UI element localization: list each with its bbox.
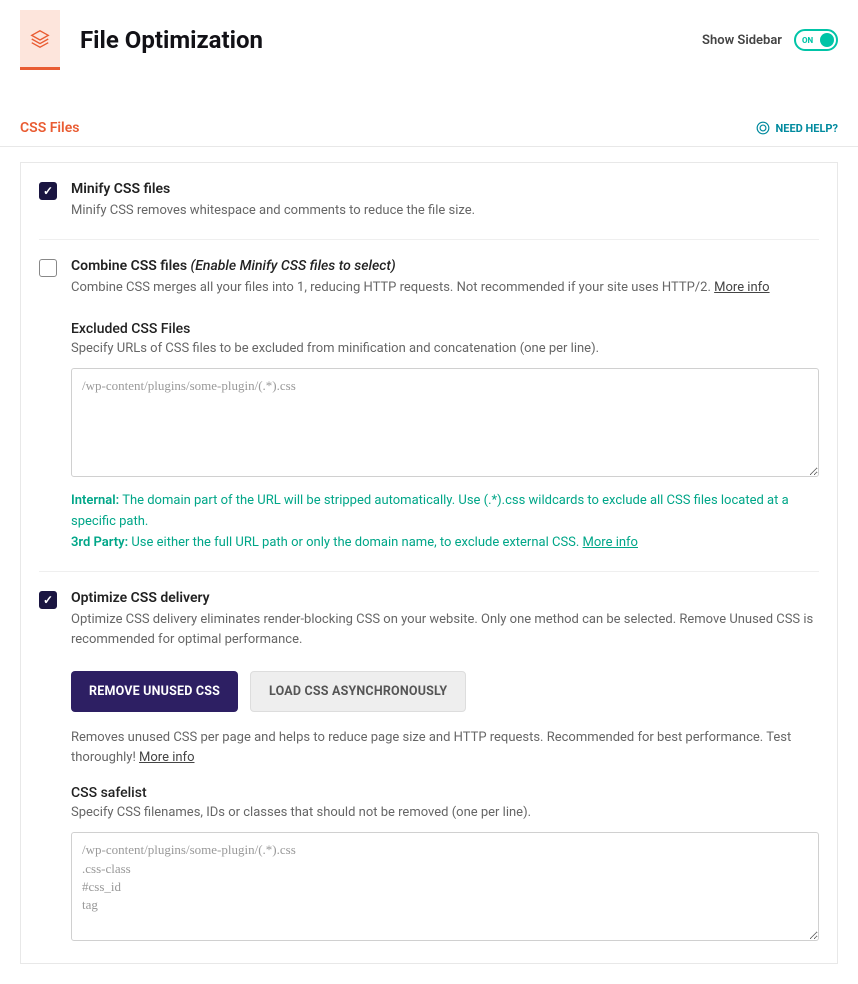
header-left: File Optimization — [20, 10, 263, 70]
need-help-link[interactable]: NEED HELP? — [756, 121, 839, 135]
safelist-label: CSS safelist — [71, 785, 819, 801]
page-title: File Optimization — [80, 26, 263, 54]
combine-option: Combine CSS files (Enable Minify CSS fil… — [21, 240, 837, 298]
minify-checkbox[interactable] — [39, 182, 57, 200]
combine-desc: Combine CSS merges all your files into 1… — [71, 278, 819, 298]
excluded-label: Excluded CSS Files — [71, 321, 819, 337]
excluded-block: Excluded CSS Files Specify URLs of CSS f… — [21, 321, 837, 571]
toggle-knob — [820, 33, 834, 47]
remove-unused-css-button[interactable]: REMOVE UNUSED CSS — [71, 671, 238, 712]
page-header: File Optimization Show Sidebar ON — [0, 0, 858, 70]
excluded-desc: Specify URLs of CSS files to be excluded… — [71, 341, 819, 356]
sidebar-toggle[interactable]: ON — [794, 29, 838, 51]
optimize-content: Optimize CSS delivery Optimize CSS deliv… — [71, 590, 819, 945]
safelist-textarea[interactable] — [71, 832, 819, 941]
excluded-hint: Internal: The domain part of the URL wil… — [71, 491, 819, 553]
header-right: Show Sidebar ON — [702, 29, 838, 51]
section-title: CSS Files — [20, 120, 79, 136]
layers-icon — [20, 10, 60, 70]
minify-desc: Minify CSS removes whitespace and commen… — [71, 201, 819, 221]
safelist-desc: Specify CSS filenames, IDs or classes th… — [71, 805, 819, 820]
minify-option: Minify CSS files Minify CSS removes whit… — [21, 163, 837, 239]
css-method-buttons: REMOVE UNUSED CSS LOAD CSS ASYNCHRONOUSL… — [71, 671, 819, 712]
load-css-async-button[interactable]: LOAD CSS ASYNCHRONOUSLY — [250, 671, 466, 712]
minify-content: Minify CSS files Minify CSS removes whit… — [71, 181, 819, 221]
combine-content: Combine CSS files (Enable Minify CSS fil… — [71, 258, 819, 298]
content-box: Minify CSS files Minify CSS removes whit… — [20, 162, 838, 964]
toggle-on-text: ON — [802, 36, 813, 45]
help-icon — [756, 121, 770, 135]
method-desc: Removes unused CSS per page and helps to… — [71, 728, 819, 767]
method-more-info[interactable]: More info — [139, 750, 194, 765]
show-sidebar-label: Show Sidebar — [702, 33, 782, 48]
optimize-label: Optimize CSS delivery — [71, 590, 819, 606]
need-help-text: NEED HELP? — [776, 122, 839, 135]
combine-label: Combine CSS files (Enable Minify CSS fil… — [71, 258, 819, 274]
section-header: CSS Files NEED HELP? — [0, 90, 858, 147]
combine-more-info[interactable]: More info — [714, 280, 769, 295]
excluded-more-info[interactable]: More info — [583, 535, 638, 550]
optimize-checkbox[interactable] — [39, 591, 57, 609]
combine-checkbox[interactable] — [39, 259, 57, 277]
excluded-textarea[interactable] — [71, 368, 819, 477]
minify-label: Minify CSS files — [71, 181, 819, 197]
optimize-option: Optimize CSS delivery Optimize CSS deliv… — [21, 572, 837, 963]
optimize-desc: Optimize CSS delivery eliminates render-… — [71, 610, 819, 649]
